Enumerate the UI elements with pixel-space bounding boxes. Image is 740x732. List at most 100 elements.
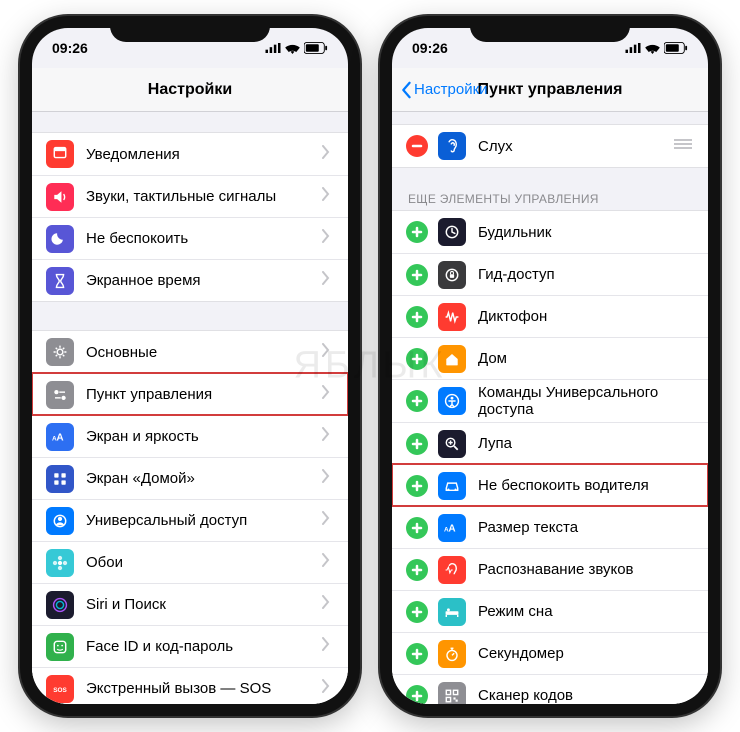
- settings-row-hourglass[interactable]: Экранное время: [32, 259, 348, 301]
- SOS-icon: SOS: [46, 675, 74, 703]
- drag-handle-icon[interactable]: [674, 137, 694, 155]
- back-label: Настройки: [414, 81, 488, 98]
- screen-left: 09:26 Настройки УведомленияЗвуки, тактил…: [32, 28, 348, 704]
- chevron-right-icon: [322, 187, 334, 206]
- add-button[interactable]: [406, 390, 428, 412]
- row-label: Siri и Поиск: [86, 596, 322, 613]
- chevron-right-icon: [322, 343, 334, 362]
- row-label: Звуки, тактильные сигналы: [86, 188, 322, 205]
- settings-row-person[interactable]: Универсальный доступ: [32, 499, 348, 541]
- access-icon: [438, 387, 466, 415]
- chevron-right-icon: [322, 553, 334, 572]
- row-label: Распознавание звуков: [478, 561, 694, 578]
- status-time: 09:26: [412, 40, 448, 56]
- phone-right: 09:26 Настройки Пункт управления Слух ЕЩ…: [380, 16, 720, 716]
- car-icon: [438, 472, 466, 500]
- control-center-list[interactable]: Слух ЕЩЕ ЭЛЕМЕНТЫ УПРАВЛЕНИЯ БудильникГи…: [392, 112, 708, 704]
- add-button[interactable]: [406, 348, 428, 370]
- row-label: Не беспокоить: [86, 230, 322, 247]
- control-row-wave[interactable]: Диктофон: [392, 295, 708, 337]
- control-row-clock[interactable]: Будильник: [392, 211, 708, 253]
- row-label: Сканер кодов: [478, 687, 694, 704]
- screen-right: 09:26 Настройки Пункт управления Слух ЕЩ…: [392, 28, 708, 704]
- status-icons: [625, 42, 688, 54]
- chevron-left-icon: [400, 81, 412, 99]
- control-row-qr[interactable]: Сканер кодов: [392, 674, 708, 704]
- control-row-home[interactable]: Дом: [392, 337, 708, 379]
- settings-list[interactable]: Уведомления Звуки, тактильные сигналы Не б…: [32, 112, 348, 704]
- row-label: Face ID и код-пароль: [86, 638, 322, 655]
- settings-row-notif[interactable]: Уведомления: [32, 133, 348, 175]
- row-label: Лупа: [478, 435, 694, 452]
- add-button[interactable]: [406, 475, 428, 497]
- row-label: Пункт управления: [86, 386, 322, 403]
- nav-header: Настройки: [32, 68, 348, 112]
- notch: [110, 16, 270, 42]
- row-label: Размер текста: [478, 519, 694, 536]
- settings-row-flower[interactable]: Обои: [32, 541, 348, 583]
- settings-row-sound[interactable]: Звуки, тактильные сигналы: [32, 175, 348, 217]
- clock-icon: [438, 218, 466, 246]
- chevron-right-icon: [322, 385, 334, 404]
- settings-row-SOS[interactable]: SOS Экстренный вызов — SOS: [32, 667, 348, 704]
- chevron-right-icon: [322, 271, 334, 290]
- settings-row-moon[interactable]: Не беспокоить: [32, 217, 348, 259]
- chevron-right-icon: [322, 637, 334, 656]
- settings-row-siri[interactable]: Siri и Поиск: [32, 583, 348, 625]
- AA-icon: AA: [46, 423, 74, 451]
- settings-row-grid[interactable]: Экран «Домой»: [32, 457, 348, 499]
- add-button[interactable]: [406, 643, 428, 665]
- chevron-right-icon: [322, 145, 334, 164]
- row-label: Секундомер: [478, 645, 694, 662]
- row-label: Команды Универсального доступа: [478, 384, 694, 418]
- person-icon: [46, 507, 74, 535]
- more-controls-header: ЕЩЕ ЭЛЕМЕНТЫ УПРАВЛЕНИЯ: [392, 186, 708, 210]
- face-icon: [46, 633, 74, 661]
- settings-row-controls[interactable]: Пункт управления: [32, 373, 348, 415]
- row-label: Дом: [478, 350, 694, 367]
- control-row-stopwatch[interactable]: Секундомер: [392, 632, 708, 674]
- stopwatch-icon: [438, 640, 466, 668]
- back-button[interactable]: Настройки: [400, 81, 488, 99]
- chevron-right-icon: [322, 511, 334, 530]
- settings-row-face[interactable]: Face ID и код-пароль: [32, 625, 348, 667]
- control-row-ear[interactable]: Слух: [392, 125, 708, 167]
- bed-icon: [438, 598, 466, 626]
- zoom-icon: [438, 430, 466, 458]
- add-button[interactable]: [406, 264, 428, 286]
- control-row-car[interactable]: Не беспокоить водителя: [392, 464, 708, 506]
- add-button[interactable]: [406, 306, 428, 328]
- add-button[interactable]: [406, 221, 428, 243]
- notch: [470, 16, 630, 42]
- sound-icon: [46, 183, 74, 211]
- row-label: Экран «Домой»: [86, 470, 322, 487]
- chevron-right-icon: [322, 679, 334, 698]
- page-title: Настройки: [148, 81, 232, 99]
- control-row-soundrec[interactable]: Распознавание звуков: [392, 548, 708, 590]
- control-row-access[interactable]: Команды Универсального доступа: [392, 379, 708, 422]
- status-icons: [265, 42, 328, 54]
- settings-row-gear[interactable]: Основные: [32, 331, 348, 373]
- row-label: Экстренный вызов — SOS: [86, 680, 322, 697]
- control-row-AA[interactable]: AAРазмер текста: [392, 506, 708, 548]
- add-button[interactable]: [406, 433, 428, 455]
- remove-button[interactable]: [406, 135, 428, 157]
- add-button[interactable]: [406, 517, 428, 539]
- wave-icon: [438, 303, 466, 331]
- notif-icon: [46, 140, 74, 168]
- included-controls: Слух: [392, 124, 708, 168]
- add-button[interactable]: [406, 685, 428, 705]
- add-button[interactable]: [406, 559, 428, 581]
- moon-icon: [46, 225, 74, 253]
- chevron-right-icon: [322, 469, 334, 488]
- row-label: Основные: [86, 344, 322, 361]
- settings-row-AA[interactable]: AAЭкран и яркость: [32, 415, 348, 457]
- soundrec-icon: [438, 556, 466, 584]
- qr-icon: [438, 682, 466, 705]
- wifi-icon: [285, 43, 300, 54]
- control-row-lock[interactable]: Гид-доступ: [392, 253, 708, 295]
- add-button[interactable]: [406, 601, 428, 623]
- control-row-bed[interactable]: Режим сна: [392, 590, 708, 632]
- control-row-zoom[interactable]: Лупа: [392, 422, 708, 464]
- lock-icon: [438, 261, 466, 289]
